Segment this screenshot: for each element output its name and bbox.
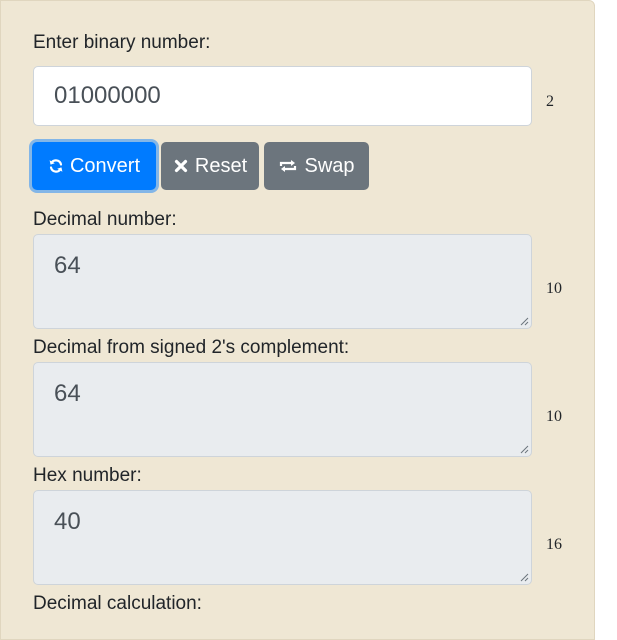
resize-grip-icon[interactable] [519,444,529,454]
binary-input[interactable] [33,66,532,126]
hex-base-label: 16 [546,536,562,553]
signed-output-label: Decimal from signed 2's complement: [33,337,350,358]
decimal-base-label: 10 [546,280,562,297]
swap-button-label: Swap [304,154,355,177]
decimal-output-label: Decimal number: [33,209,177,230]
convert-button-label: Convert [69,154,141,177]
hex-output[interactable]: 40 [33,490,532,585]
close-icon [173,158,189,174]
reset-button[interactable]: Reset [161,142,259,190]
binary-base-label: 2 [546,93,554,110]
decimal-calculation-label: Decimal calculation: [33,593,202,614]
signed-output[interactable]: 64 [33,362,532,457]
refresh-icon [48,158,64,174]
signed-base-label: 10 [546,408,562,425]
resize-grip-icon[interactable] [519,316,529,326]
swap-icon [278,158,298,174]
resize-grip-icon[interactable] [519,572,529,582]
swap-button[interactable]: Swap [264,142,369,190]
signed-output-value: 64 [54,380,81,407]
decimal-output-value: 64 [54,252,81,279]
convert-button[interactable]: Convert [32,142,156,190]
hex-output-label: Hex number: [33,465,142,486]
binary-input-label: Enter binary number: [33,32,211,53]
hex-output-value: 40 [54,508,81,535]
converter-panel: Enter binary number: 2 Convert Reset [0,0,595,640]
reset-button-label: Reset [194,154,248,177]
decimal-output[interactable]: 64 [33,234,532,329]
